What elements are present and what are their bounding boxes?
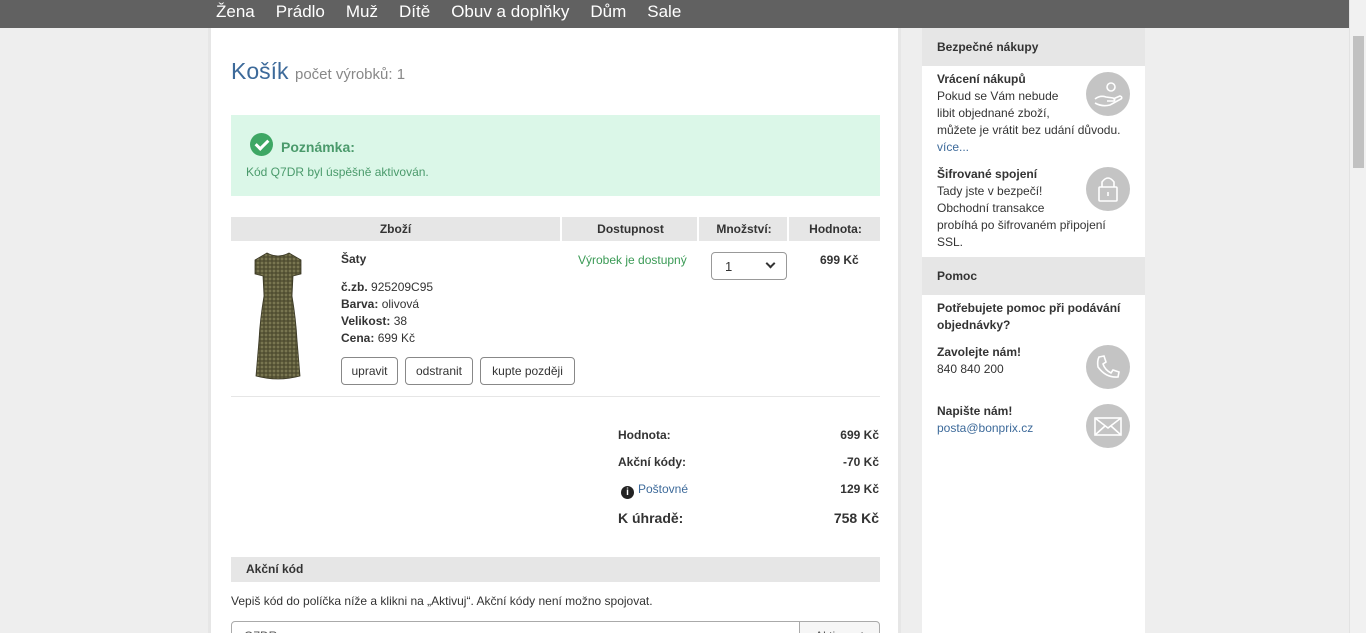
call-block: Zavolejte nám! 840 840 200	[937, 344, 1021, 378]
ssl-line: Obchodní transakce	[937, 201, 1045, 215]
info-icon[interactable]: i	[621, 486, 634, 499]
cart-panel: Košík počet výrobků: 1 Poznámka: Kód Q7D…	[208, 28, 901, 633]
promo-heading: Akční kód	[231, 557, 880, 582]
success-note: Poznámka: Kód Q7DR byl úspěšně aktivován…	[231, 115, 880, 196]
promo-code-input[interactable]	[231, 621, 800, 633]
ssl-block: Šifrované spojení Tady jste v bezpečí! O…	[937, 166, 1106, 251]
col-quantity: Množství:	[701, 217, 789, 241]
product-name[interactable]: Šaty	[341, 252, 366, 266]
product-details: č.zb. 925209C95 Barva: olivová Velikost:…	[341, 279, 433, 347]
top-navigation: Žena Prádlo Muž Dítě Obuv a doplňky Dům …	[0, 0, 1349, 28]
edit-button[interactable]: upravit	[341, 357, 398, 385]
cart-count: počet výrobků: 1	[294, 66, 406, 83]
cart-table-header: Zboží Dostupnost Množství: Hodnota:	[231, 217, 880, 241]
ssl-line: probíhá po šifrovaném připojení	[937, 218, 1106, 232]
quantity-value: 1	[725, 259, 733, 274]
more-link[interactable]: více...	[937, 140, 969, 154]
write-block: Napište nám! posta@bonprix.cz	[937, 403, 1033, 437]
promo-instructions: Vepiš kód do políčka níže a klikni na „A…	[231, 594, 653, 608]
summary-value: 699 Kč	[840, 428, 879, 442]
dress-image[interactable]	[245, 250, 311, 386]
write-title: Napište nám!	[937, 404, 1013, 418]
nav-item-zena[interactable]: Žena	[216, 0, 255, 24]
phone-number[interactable]: 840 840 200	[937, 361, 1021, 378]
col-goods: Zboží	[231, 217, 562, 241]
summary-total: 758 Kč	[833, 510, 879, 526]
product-size: 38	[393, 314, 408, 328]
nav-item-sale[interactable]: Sale	[647, 0, 681, 24]
code-label: č.zb.	[341, 280, 368, 294]
mail-icon[interactable]	[1086, 404, 1130, 448]
call-title: Zavolejte nám!	[937, 345, 1022, 359]
email-link[interactable]: posta@bonprix.cz	[937, 421, 1033, 435]
note-text: Kód Q7DR byl úspěšně aktivován.	[246, 165, 429, 179]
help-question-line: objednávky?	[937, 318, 1011, 332]
quantity-select[interactable]: 1	[711, 252, 787, 280]
price-label: Cena:	[341, 331, 375, 345]
help-question: Potřebujete pomoc při podávání objednávk…	[937, 300, 1120, 334]
col-value: Hodnota:	[809, 222, 862, 236]
summary-shipping: 129 Kč	[840, 482, 879, 496]
check-icon	[250, 133, 273, 156]
size-label: Velikost:	[341, 314, 391, 328]
activate-button[interactable]: Aktivovat	[799, 621, 880, 633]
availability-status: Výrobek je dostupný	[578, 253, 687, 267]
nav-item-dite[interactable]: Dítě	[399, 0, 430, 24]
chevron-down-icon	[765, 258, 776, 269]
ssl-title: Šifrované spojení	[937, 167, 1038, 181]
product-price: 699 Kč	[377, 331, 416, 345]
nav-item-pradlo[interactable]: Prádlo	[276, 0, 325, 24]
nav-item-dum[interactable]: Dům	[590, 0, 626, 24]
help-heading: Pomoc	[922, 257, 1145, 295]
help-question-line: Potřebujete pomoc při podávání	[937, 301, 1121, 315]
col-availability: Dostupnost	[564, 217, 699, 241]
buy-later-button[interactable]: kupte později	[480, 357, 575, 385]
summary-promo: -70 Kč	[842, 455, 879, 469]
color-label: Barva:	[341, 297, 379, 311]
scrollbar-thumb[interactable]	[1353, 36, 1364, 168]
product-code: 925209C95	[371, 280, 434, 294]
summary-total-label: K úhradě:	[618, 510, 684, 526]
returns-line: můžete je vrátit bez udání důvodu.	[937, 123, 1121, 137]
sidebar: Bezpečné nákupy Vrácení nákupů Pokud se …	[922, 28, 1145, 633]
page-title: Košík počet výrobků: 1	[231, 58, 405, 85]
safe-shopping-heading: Bezpečné nákupy	[922, 28, 1145, 66]
summary-value-label: Hodnota:	[618, 428, 671, 442]
phone-icon[interactable]	[1086, 345, 1130, 389]
ssl-line: Tady jste v bezpečí!	[937, 184, 1043, 198]
ssl-line: SSL.	[937, 235, 964, 249]
divider	[231, 396, 880, 397]
scrollbar[interactable]	[1349, 0, 1366, 633]
return-hand-icon	[1086, 72, 1130, 116]
remove-button[interactable]: odstranit	[405, 357, 473, 385]
nav-item-obuv[interactable]: Obuv a doplňky	[451, 0, 569, 24]
nav-item-muz[interactable]: Muž	[346, 0, 378, 24]
shipping-link[interactable]: Poštovné	[638, 482, 688, 496]
cart-title: Košík	[231, 58, 289, 84]
lock-icon	[1086, 167, 1130, 211]
note-title: Poznámka:	[281, 139, 355, 155]
product-color: olivová	[381, 297, 420, 311]
summary-promo-label: Akční kódy:	[618, 455, 687, 469]
item-value: 699 Kč	[820, 253, 859, 267]
